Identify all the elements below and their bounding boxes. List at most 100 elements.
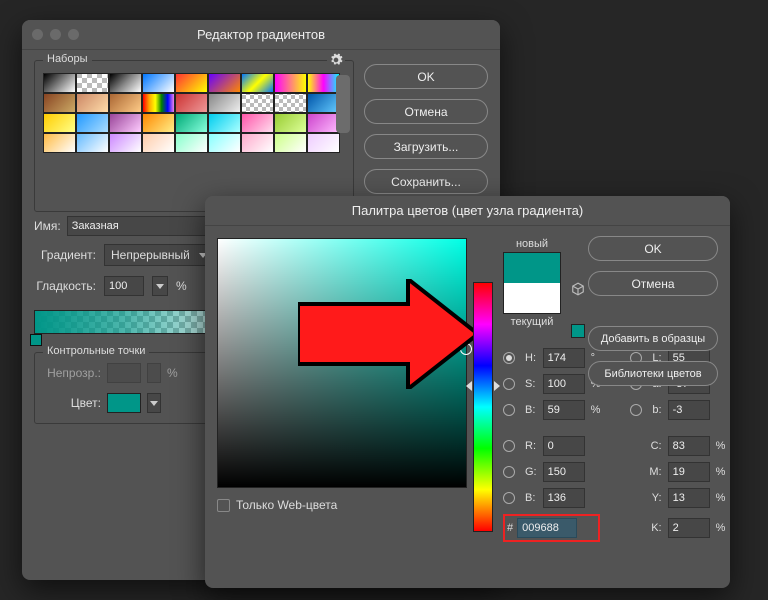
preset-swatch[interactable] bbox=[175, 73, 208, 93]
name-label: Имя: bbox=[34, 219, 61, 233]
preset-swatch[interactable] bbox=[208, 113, 241, 133]
rgb-b-radio[interactable] bbox=[503, 492, 515, 504]
hsb-h-radio[interactable] bbox=[503, 352, 515, 364]
hsb-b-input[interactable] bbox=[543, 400, 585, 420]
preset-swatch[interactable] bbox=[274, 73, 307, 93]
rgb-r-radio[interactable] bbox=[503, 440, 515, 452]
gear-icon[interactable] bbox=[329, 53, 343, 67]
preset-swatch[interactable] bbox=[109, 73, 142, 93]
preset-swatch[interactable] bbox=[175, 113, 208, 133]
preset-swatch[interactable] bbox=[109, 113, 142, 133]
preset-swatch[interactable] bbox=[208, 133, 241, 153]
rgb-g-input[interactable] bbox=[543, 462, 585, 482]
web-safe-swatch[interactable] bbox=[571, 324, 585, 338]
stop-opacity-input bbox=[107, 363, 141, 383]
gradient-bar[interactable] bbox=[34, 310, 214, 334]
color-field-cursor[interactable] bbox=[460, 343, 472, 355]
preset-swatch[interactable] bbox=[43, 93, 76, 113]
stops-panel: Контрольные точки Непрозр.: % Цвет: bbox=[34, 352, 214, 424]
color-picker-dialog: Палитра цветов (цвет узла градиента) Тол… bbox=[205, 196, 730, 588]
new-current-swatch[interactable] bbox=[503, 252, 561, 314]
out-of-gamut-icon[interactable] bbox=[571, 282, 585, 296]
preset-swatch[interactable] bbox=[241, 73, 274, 93]
presets-label: Наборы bbox=[43, 53, 92, 65]
preset-swatch[interactable] bbox=[142, 73, 175, 93]
lab-b-input[interactable] bbox=[668, 400, 710, 420]
preset-swatch[interactable] bbox=[241, 133, 274, 153]
preset-swatch[interactable] bbox=[274, 133, 307, 153]
color-stop-handle[interactable] bbox=[30, 334, 42, 346]
rgb-b-input[interactable] bbox=[543, 488, 585, 508]
stop-color-swatch[interactable] bbox=[107, 393, 141, 413]
hue-slider-handle[interactable] bbox=[494, 381, 500, 391]
add-swatch-button[interactable]: Добавить в образцы bbox=[588, 326, 718, 351]
cmyk-y-label: Y: bbox=[630, 492, 661, 504]
preset-scrollbar[interactable] bbox=[336, 75, 350, 133]
preset-swatch[interactable] bbox=[142, 113, 175, 133]
preset-swatch[interactable] bbox=[175, 93, 208, 113]
preset-swatch[interactable] bbox=[208, 93, 241, 113]
ok-button[interactable]: OK bbox=[364, 64, 488, 89]
current-color-label: текущий bbox=[511, 316, 554, 328]
preset-swatch[interactable] bbox=[175, 133, 208, 153]
rgb-r-input[interactable] bbox=[543, 436, 585, 456]
smoothness-label: Гладкость: bbox=[34, 279, 96, 293]
preset-swatch[interactable] bbox=[43, 73, 76, 93]
smoothness-input[interactable] bbox=[104, 276, 144, 296]
preset-grid[interactable] bbox=[43, 73, 333, 153]
load-button[interactable]: Загрузить... bbox=[364, 134, 488, 159]
preset-swatch[interactable] bbox=[43, 113, 76, 133]
gradient-type-label: Градиент: bbox=[34, 248, 96, 262]
hsb-b-radio[interactable] bbox=[503, 404, 515, 416]
cmyk-k-input[interactable] bbox=[668, 518, 710, 538]
preset-swatch[interactable] bbox=[142, 93, 175, 113]
stop-color-stepper[interactable] bbox=[147, 393, 161, 413]
preset-swatch[interactable] bbox=[307, 133, 340, 153]
hex-highlight-box: # bbox=[503, 514, 600, 542]
cmyk-y-input[interactable] bbox=[668, 488, 710, 508]
cmyk-m-label: M: bbox=[630, 466, 661, 478]
preset-swatch[interactable] bbox=[76, 133, 109, 153]
web-only-checkbox[interactable] bbox=[217, 499, 230, 512]
hsb-s-radio[interactable] bbox=[503, 378, 515, 390]
cmyk-c-label: C: bbox=[630, 440, 661, 452]
hsb-s-input[interactable] bbox=[543, 374, 585, 394]
name-input[interactable] bbox=[67, 216, 219, 236]
gradient-type-select[interactable]: Непрерывный bbox=[104, 244, 214, 266]
hue-slider-handle[interactable] bbox=[466, 381, 472, 391]
preset-swatch[interactable] bbox=[109, 93, 142, 113]
preset-swatch[interactable] bbox=[109, 133, 142, 153]
preset-swatch[interactable] bbox=[208, 73, 241, 93]
preset-swatch[interactable] bbox=[43, 133, 76, 153]
cancel-button[interactable]: Отмена bbox=[364, 99, 488, 124]
preset-swatch[interactable] bbox=[274, 113, 307, 133]
color-picker-title: Палитра цветов (цвет узла градиента) bbox=[205, 203, 730, 218]
preset-swatch[interactable] bbox=[76, 93, 109, 113]
gradient-editor-titlebar[interactable]: Редактор градиентов bbox=[22, 20, 500, 50]
preset-swatch[interactable] bbox=[241, 113, 274, 133]
picker-cancel-button[interactable]: Отмена bbox=[588, 271, 718, 296]
lab-b-radio[interactable] bbox=[630, 404, 642, 416]
smoothness-stepper[interactable] bbox=[152, 276, 168, 296]
new-color-label: новый bbox=[516, 238, 548, 250]
rgb-g-radio[interactable] bbox=[503, 466, 515, 478]
color-picker-titlebar[interactable]: Палитра цветов (цвет узла градиента) bbox=[205, 196, 730, 226]
preset-swatch[interactable] bbox=[274, 93, 307, 113]
save-button[interactable]: Сохранить... bbox=[364, 169, 488, 194]
stops-label: Контрольные точки bbox=[43, 345, 149, 357]
color-libraries-button[interactable]: Библиотеки цветов bbox=[588, 361, 718, 386]
cmyk-k-label: K: bbox=[630, 522, 661, 534]
preset-swatch[interactable] bbox=[76, 113, 109, 133]
preset-swatch[interactable] bbox=[142, 133, 175, 153]
preset-swatch[interactable] bbox=[241, 93, 274, 113]
hsb-h-input[interactable] bbox=[543, 348, 585, 368]
cmyk-m-input[interactable] bbox=[668, 462, 710, 482]
gradient-editor-title: Редактор градиентов bbox=[22, 27, 500, 42]
color-field[interactable] bbox=[217, 238, 467, 488]
hue-slider[interactable] bbox=[473, 282, 493, 532]
picker-ok-button[interactable]: OK bbox=[588, 236, 718, 261]
presets-panel: Наборы bbox=[34, 60, 354, 212]
hex-input[interactable] bbox=[517, 518, 577, 538]
cmyk-c-input[interactable] bbox=[668, 436, 710, 456]
preset-swatch[interactable] bbox=[76, 73, 109, 93]
